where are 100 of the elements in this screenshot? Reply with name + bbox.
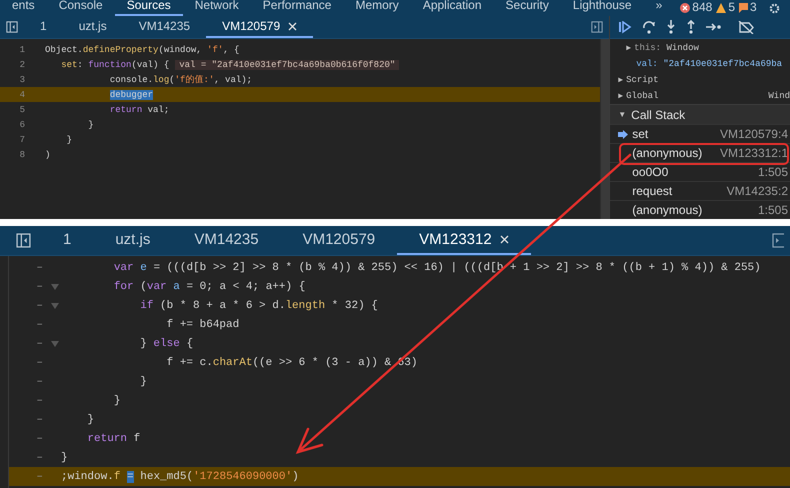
expand-icon[interactable]: ▶	[618, 75, 624, 85]
line-number: 1	[18, 44, 25, 54]
code-text: }	[140, 338, 148, 350]
code-text: console.	[110, 75, 154, 85]
code-text: return	[110, 104, 142, 114]
code-text: )	[45, 150, 50, 160]
panel-tab[interactable]: Performance	[250, 0, 344, 16]
step-into-icon[interactable]	[666, 20, 676, 34]
panel-tab[interactable]: Memory	[343, 0, 411, 16]
frame-location: 1:505	[758, 165, 788, 179]
more-tabs-button[interactable]: »	[644, 0, 674, 16]
code-text: function	[88, 60, 132, 70]
line-marker: –	[35, 262, 43, 274]
step-over-icon[interactable]	[642, 20, 656, 34]
code-text: (val) {	[131, 60, 170, 70]
call-stack-frame[interactable]: request VM14235:2	[610, 181, 790, 200]
frame-location: VM14235:2	[726, 184, 788, 198]
step-icon[interactable]	[706, 22, 722, 32]
code-text: (	[140, 280, 147, 292]
collapse-icon[interactable]: ▼	[618, 110, 626, 119]
frame-name: (anonymous)	[632, 203, 702, 217]
code-text: )	[292, 470, 299, 482]
file-tab[interactable]: VM120579	[280, 226, 398, 255]
close-icon[interactable]	[288, 22, 298, 30]
frame-name: oo0O0	[632, 165, 668, 179]
code-text: for	[114, 280, 134, 292]
code-text: return	[87, 432, 128, 444]
file-tab[interactable]: 1	[41, 226, 94, 255]
code-text: hex_md5(	[140, 470, 194, 482]
code-text: ;window.	[61, 470, 114, 482]
expand-icon[interactable]: ▶	[626, 43, 632, 53]
frame-name: request	[632, 184, 672, 198]
code-text: (	[169, 75, 175, 85]
code-text: }	[87, 414, 94, 426]
code-text: length	[285, 300, 326, 312]
file-tab[interactable]: VM14235	[122, 16, 206, 38]
panel-tab[interactable]: Console	[46, 0, 115, 16]
code-text: , val);	[214, 75, 252, 85]
line-marker: –	[35, 376, 43, 388]
scope-value: Wind	[768, 91, 790, 101]
call-stack-frame[interactable]: oo0O0 1:505	[610, 162, 790, 181]
code-text: (b * 8 + a * 6 > d.	[160, 300, 286, 312]
current-frame-icon	[618, 130, 628, 138]
line-number: 4	[18, 90, 25, 100]
settings-icon[interactable]	[768, 3, 780, 14]
code-text: var	[114, 262, 134, 274]
deactivate-breakpoints-icon[interactable]	[738, 20, 754, 34]
code-text: f	[134, 432, 140, 444]
scope-property[interactable]: this: Window	[634, 43, 699, 53]
code-text: }	[114, 394, 120, 406]
line-number: 2	[18, 60, 25, 70]
code-text: defineProperty	[82, 44, 158, 54]
code-text: }	[66, 134, 72, 144]
file-tab[interactable]: uzt.js	[93, 226, 172, 255]
sidebar-toggle-icon[interactable]	[772, 233, 784, 248]
info-count[interactable]: 3	[750, 1, 757, 14]
panel-tab[interactable]: ents	[0, 0, 47, 16]
error-icon	[680, 2, 690, 12]
line-marker: –	[35, 300, 43, 312]
code-text: charAt	[212, 356, 252, 368]
file-tab[interactable]: VM14235	[172, 226, 281, 255]
scope-property[interactable]: val: "2af410e031ef7bc4a69ba	[636, 59, 782, 69]
panel-tab[interactable]: Lighthouse	[560, 0, 644, 16]
call-stack-frame[interactable]: set VM120579:4	[610, 124, 790, 143]
scrollbar[interactable]	[600, 39, 610, 219]
file-tab[interactable]: uzt.js	[62, 16, 123, 38]
panel-tab[interactable]: Network	[182, 0, 251, 16]
line-number: 8	[18, 150, 25, 160]
call-stack-frame[interactable]: (anonymous) VM123312:1	[610, 143, 790, 162]
file-tab[interactable]: 1	[24, 16, 63, 38]
sidebar-toggle-icon[interactable]	[16, 233, 31, 248]
frame-location: 1:505	[758, 203, 788, 217]
code-text: * 32) {	[332, 300, 378, 312]
sidebar-toggle-icon[interactable]	[6, 21, 18, 33]
code-text: :	[77, 60, 84, 70]
code-text: set	[61, 60, 78, 70]
code-text: val;	[148, 104, 170, 114]
error-count[interactable]: 848	[692, 1, 712, 14]
panel-tab[interactable]: Application	[410, 0, 494, 16]
code-text: f += b64pad	[166, 318, 240, 330]
code-text: f	[114, 470, 120, 482]
section-title[interactable]: Call Stack	[631, 108, 686, 122]
selected-code-text: debugger	[110, 90, 154, 100]
step-out-icon[interactable]	[686, 20, 696, 34]
code-text: {	[186, 338, 194, 350]
resume-icon[interactable]	[618, 20, 632, 34]
code-text: '1728546090000'	[193, 470, 292, 482]
expand-icon[interactable]: ▶	[618, 91, 624, 101]
scope-section[interactable]: Script	[626, 75, 658, 85]
line-marker: –	[35, 452, 43, 464]
frame-location: VM120579:4	[720, 127, 788, 141]
panel-tab[interactable]: Security	[494, 0, 561, 16]
close-icon[interactable]	[500, 235, 509, 244]
line-number: 3	[18, 74, 25, 84]
frame-name: (anonymous)	[632, 146, 702, 160]
code-text: else	[153, 338, 180, 350]
sidebar-toggle-icon[interactable]	[591, 21, 604, 33]
warning-count[interactable]: 5	[728, 1, 736, 14]
scope-section[interactable]: Global	[626, 91, 658, 101]
code-text: = 0; a < 4; a++) {	[186, 280, 306, 292]
